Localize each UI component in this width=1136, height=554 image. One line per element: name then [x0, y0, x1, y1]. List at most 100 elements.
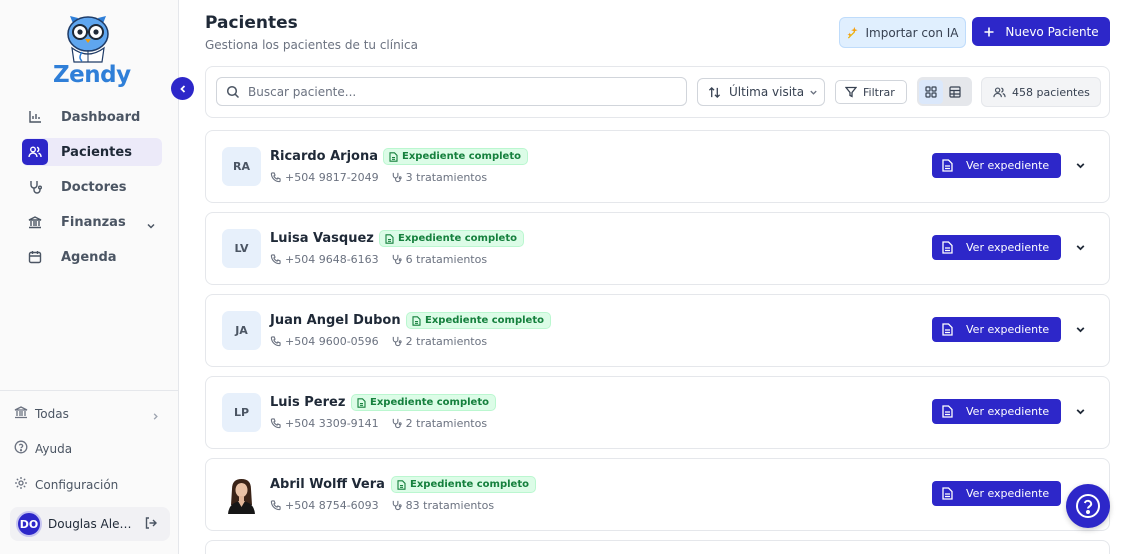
patient-name: Luis Perez	[270, 395, 346, 410]
page-subtitle: Gestiona los pacientes de tu clínica	[205, 38, 418, 52]
patient-name: Juan Angel Dubon	[270, 313, 401, 328]
patient-treatments: 2 tratamientos	[405, 417, 488, 430]
patient-initials: JA	[222, 311, 261, 350]
status-badge: Expediente completo	[406, 312, 551, 329]
status-badge: Expediente completo	[379, 230, 524, 247]
help-label: Ayuda	[35, 441, 73, 456]
filter-button[interactable]: Filtrar	[835, 80, 907, 104]
grid-icon	[925, 85, 937, 98]
user-menu[interactable]: DO Douglas Alejandro	[10, 507, 170, 541]
settings-link[interactable]: Configuración	[14, 475, 164, 494]
patients-toolbar: Última visita Filtrar 458 pacientes	[205, 66, 1110, 118]
users-icon	[22, 139, 48, 165]
stethoscope-icon	[392, 172, 402, 183]
patient-initials: LP	[222, 393, 261, 432]
patient-meta: +504 8754-6093 83 tratamientos	[270, 499, 494, 512]
sidebar-item-agenda[interactable]: Agenda	[22, 243, 162, 271]
sidebar-item-pacientes[interactable]: Pacientes	[22, 138, 162, 166]
sidebar-item-finanzas[interactable]: Finanzas	[22, 208, 162, 236]
import-ai-button[interactable]: Importar con IA	[839, 17, 966, 48]
file-text-icon	[942, 405, 953, 418]
help-circle-icon	[1074, 492, 1102, 520]
sidebar-item-dashboard[interactable]: Dashboard	[22, 103, 162, 131]
patient-card[interactable]: JA Juan Angel Dubon Expediente completo …	[205, 294, 1110, 367]
patient-name: Luisa Vasquez	[270, 231, 374, 246]
status-badge-label: Expediente completo	[425, 315, 544, 326]
view-record-button[interactable]: Ver expediente	[932, 481, 1061, 506]
phone-icon	[270, 172, 281, 183]
expand-button[interactable]	[1072, 403, 1088, 419]
patient-card[interactable]: LP Luis Perez Expediente completo +504 3…	[205, 376, 1110, 449]
help-button[interactable]	[1066, 484, 1110, 528]
chevron-down-icon	[1076, 162, 1084, 168]
stethoscope-icon	[392, 254, 402, 265]
settings-label: Configuración	[35, 477, 119, 492]
status-badge-label: Expediente completo	[398, 233, 517, 244]
clinic-filter-label: Todas	[35, 406, 69, 421]
calendar-icon	[22, 244, 48, 270]
file-text-icon	[942, 159, 953, 172]
gear-icon	[14, 475, 28, 494]
phone-icon	[270, 254, 281, 265]
sort-arrows-icon	[708, 86, 721, 99]
import-ai-label: Importar con IA	[865, 25, 959, 40]
view-record-button[interactable]: Ver expediente	[932, 235, 1061, 260]
patient-name: Abril Wolff Vera	[270, 477, 385, 492]
phone-icon	[270, 500, 281, 511]
patient-treatments: 3 tratamientos	[405, 171, 488, 184]
view-record-button[interactable]: Ver expediente	[932, 153, 1061, 178]
new-patient-button[interactable]: Nuevo Paciente	[972, 17, 1110, 46]
sidebar-item-label: Dashboard	[61, 109, 141, 125]
patient-card[interactable]: RA Ricardo Arjona Expediente completo +5…	[205, 130, 1110, 203]
sidebar-collapse-button[interactable]	[171, 77, 194, 100]
view-record-label: Ver expediente	[966, 487, 1050, 500]
filter-icon	[845, 86, 857, 98]
patient-meta: +504 3309-9141 2 tratamientos	[270, 417, 487, 430]
file-icon	[385, 233, 394, 244]
search-input[interactable]	[248, 84, 668, 99]
table-view-button[interactable]	[943, 80, 967, 104]
patient-treatments: 83 tratamientos	[405, 499, 495, 512]
view-record-label: Ver expediente	[966, 405, 1050, 418]
expand-button[interactable]	[1072, 239, 1088, 255]
clinic-filter[interactable]: Todas	[14, 404, 164, 423]
patient-card[interactable]: Abril Wolff Vera Expediente completo +50…	[205, 458, 1110, 531]
sidebar-item-label: Finanzas	[61, 214, 126, 230]
sidebar-divider	[0, 390, 178, 391]
help-circle-icon	[14, 439, 28, 458]
grid-view-button[interactable]	[919, 79, 943, 104]
users-icon	[993, 86, 1006, 99]
logout-icon[interactable]	[144, 515, 158, 534]
help-link[interactable]: Ayuda	[14, 439, 164, 458]
patient-phone: +504 3309-9141	[285, 417, 379, 430]
status-badge-label: Expediente completo	[370, 397, 489, 408]
patient-meta: +504 9648-6163 6 tratamientos	[270, 253, 487, 266]
patient-card[interactable]: LV Luisa Vasquez Expediente completo +50…	[205, 212, 1110, 285]
patient-phone: +504 8754-6093	[285, 499, 379, 512]
table-icon	[949, 85, 961, 98]
chevron-down-icon	[1076, 244, 1084, 250]
status-badge: Expediente completo	[351, 394, 496, 411]
chevron-down-icon	[1076, 326, 1084, 332]
patient-meta: +504 9817-2049 3 tratamientos	[270, 171, 487, 184]
patient-treatments: 6 tratamientos	[405, 253, 488, 266]
patient-phone: +504 9600-0596	[285, 335, 379, 348]
sidebar: Zendy Dashboard Pacientes Doctores Finan…	[0, 0, 179, 554]
sort-label: Última visita	[729, 85, 805, 99]
expand-button[interactable]	[1072, 157, 1088, 173]
file-text-icon	[942, 323, 953, 336]
sidebar-item-label: Pacientes	[61, 144, 132, 160]
expand-button[interactable]	[1072, 321, 1088, 337]
phone-icon	[270, 336, 281, 347]
patient-card[interactable]	[205, 540, 1110, 554]
view-record-button[interactable]: Ver expediente	[932, 317, 1061, 342]
patient-name: Ricardo Arjona	[270, 149, 379, 164]
sparkles-icon	[846, 26, 859, 39]
plus-icon	[983, 26, 995, 38]
sort-select[interactable]: Última visita	[697, 78, 825, 106]
patient-count: 458 pacientes	[981, 77, 1101, 107]
sidebar-item-doctores[interactable]: Doctores	[22, 173, 162, 201]
view-record-button[interactable]: Ver expediente	[932, 399, 1061, 424]
patient-initials: LV	[222, 229, 261, 268]
file-icon	[412, 315, 421, 326]
